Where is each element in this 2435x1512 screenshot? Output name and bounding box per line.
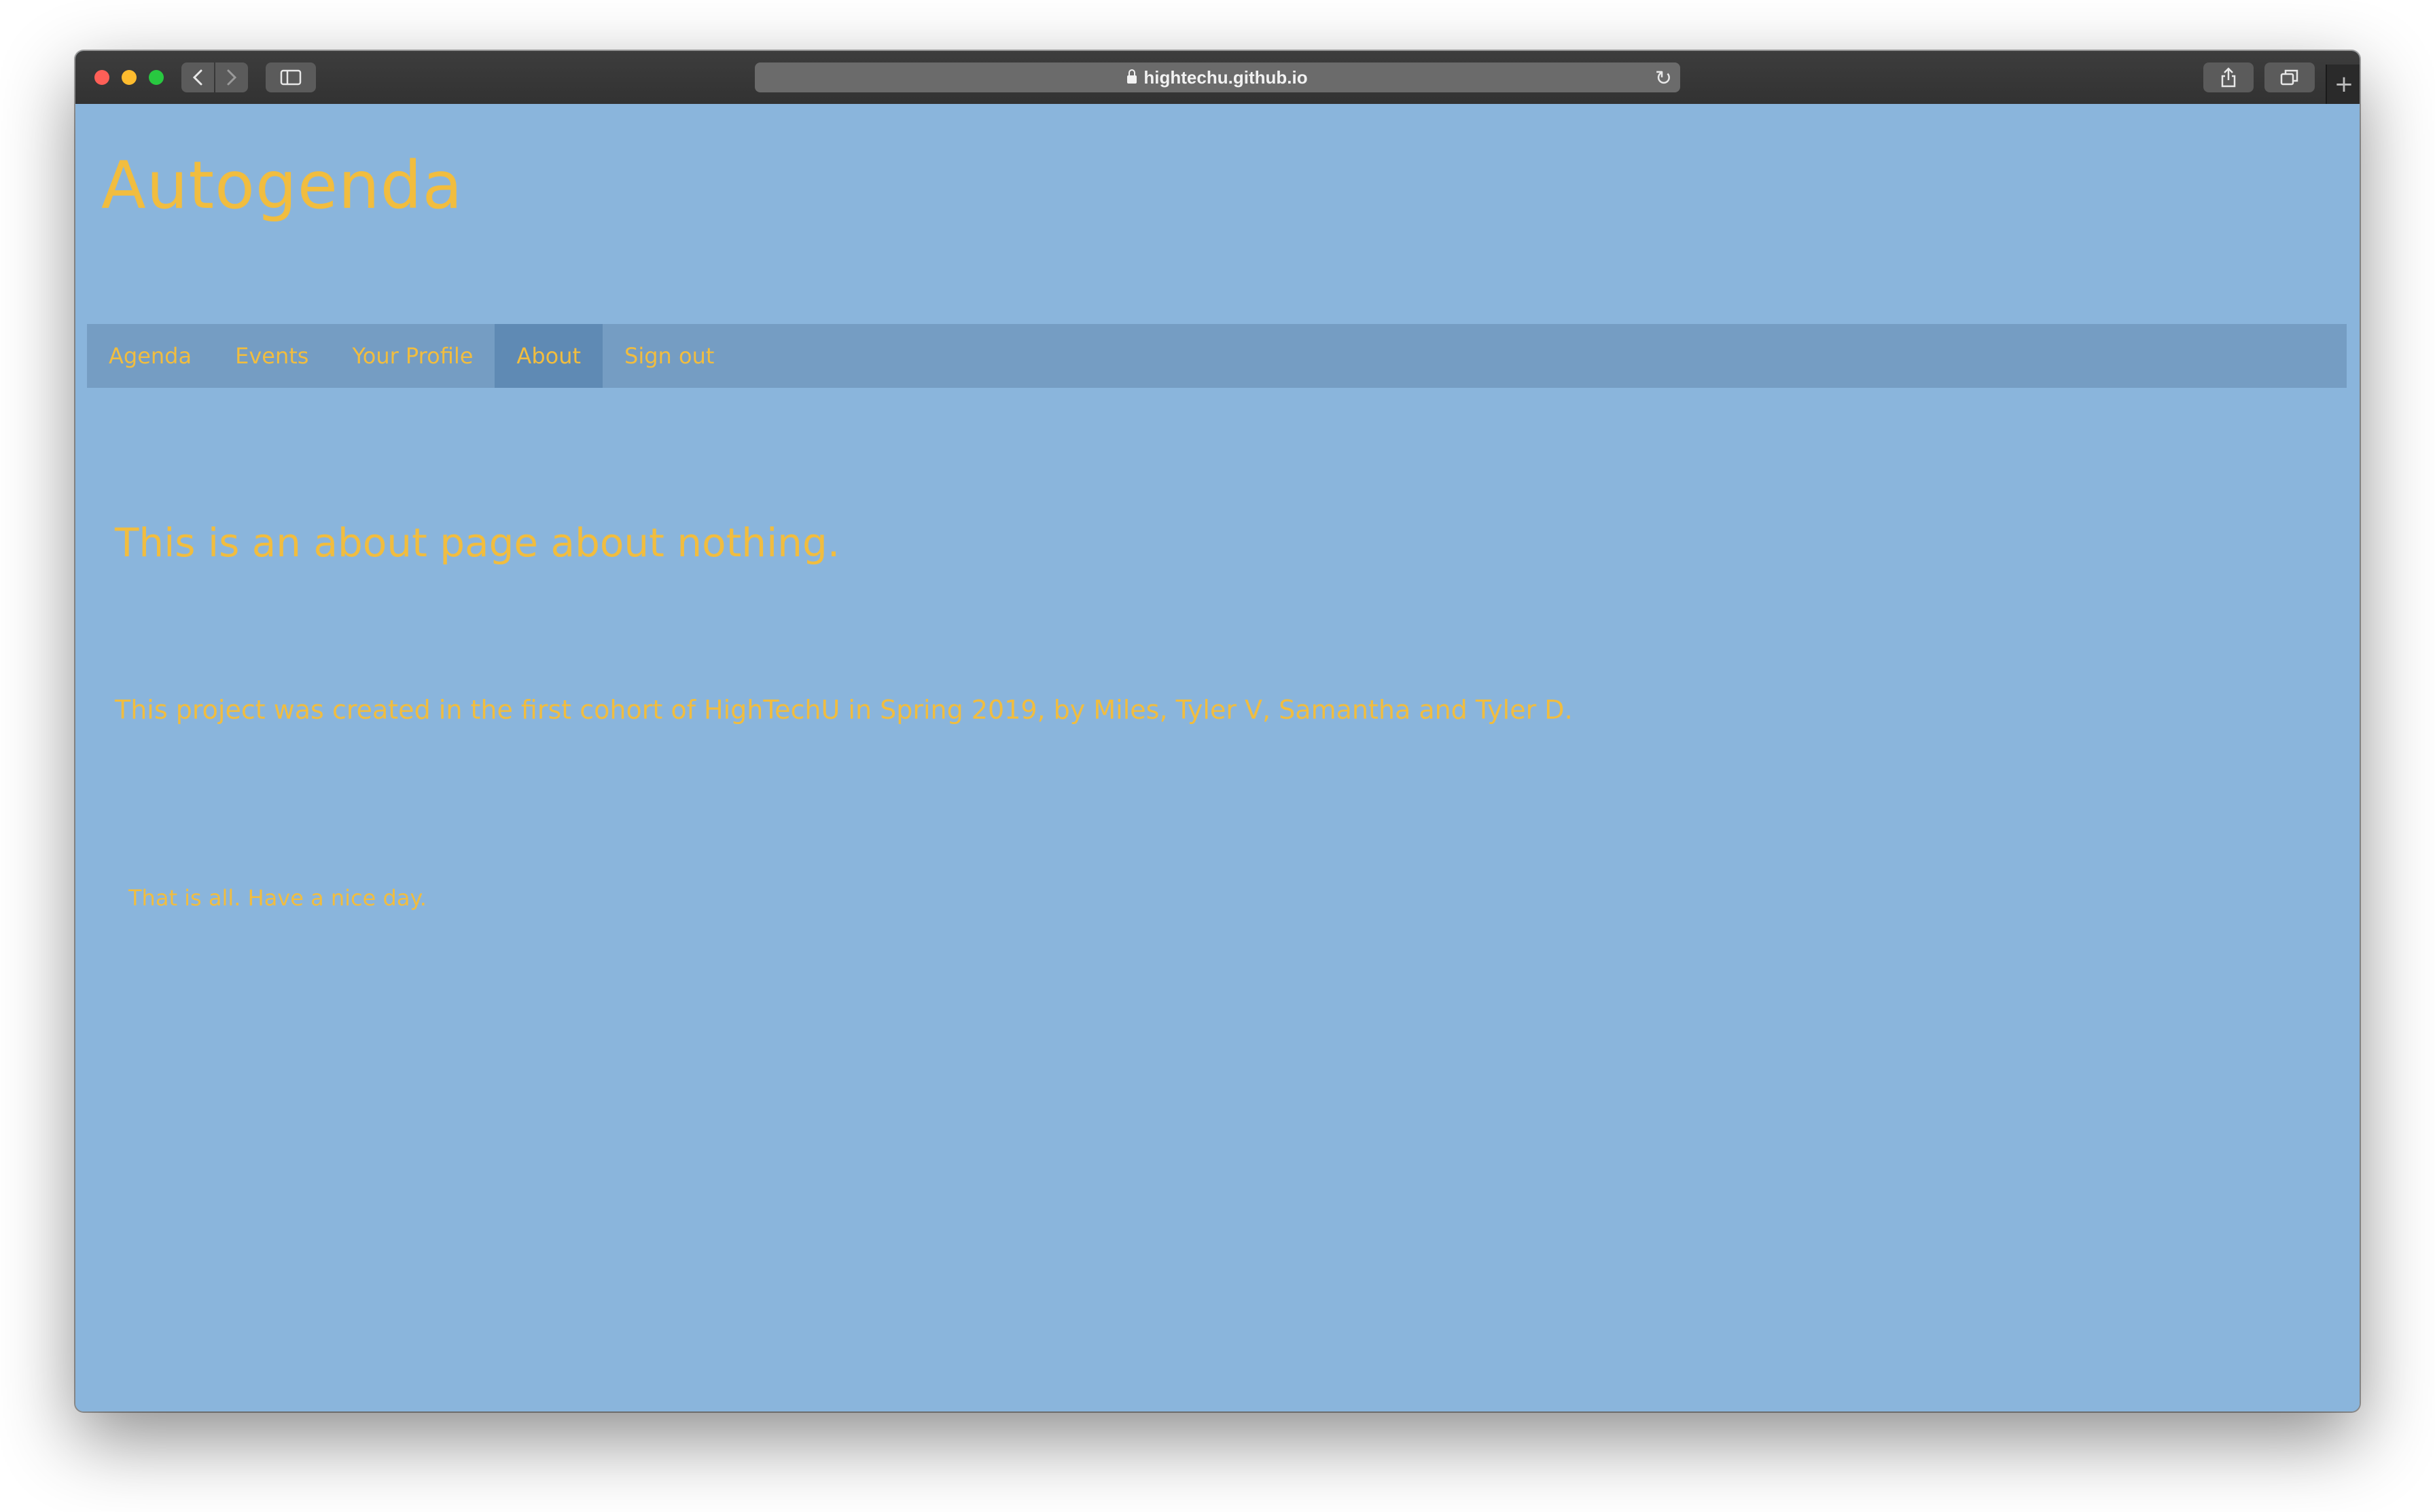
tabs-overview-icon [2280, 69, 2298, 86]
address-bar[interactable]: hightechu.github.io ↻ [755, 62, 1680, 92]
forward-button[interactable] [215, 62, 248, 92]
chevron-right-icon [227, 69, 237, 86]
nav-item-about[interactable]: About [495, 324, 603, 388]
share-button[interactable] [2203, 62, 2254, 92]
lock-icon [1127, 69, 1137, 84]
nav-item-sign-out[interactable]: Sign out [603, 324, 736, 388]
minimize-window-button[interactable] [122, 70, 137, 85]
page-content: Autogenda Agenda Events Your Profile Abo… [75, 104, 2360, 1411]
about-heading: This is an about page about nothing. [115, 520, 840, 566]
maximize-window-button[interactable] [149, 70, 164, 85]
site-title: Autogenda [101, 147, 463, 223]
browser-window: hightechu.github.io ↻ + Autogenda Agenda… [75, 51, 2360, 1411]
back-button[interactable] [181, 62, 214, 92]
new-tab-button[interactable]: + [2326, 65, 2360, 104]
share-icon [2221, 67, 2236, 88]
url-text: hightechu.github.io [1143, 67, 1308, 88]
chevron-left-icon [192, 69, 202, 86]
nav-item-agenda[interactable]: Agenda [87, 324, 213, 388]
plus-icon: + [2334, 71, 2354, 98]
nav-item-your-profile[interactable]: Your Profile [330, 324, 495, 388]
closing-text: That is all. Have a nice day. [128, 885, 427, 911]
sidebar-toggle-button[interactable] [266, 62, 316, 92]
nav-item-events[interactable]: Events [213, 324, 330, 388]
sidebar-icon [280, 69, 302, 86]
reload-icon[interactable]: ↻ [1655, 67, 1672, 90]
main-navbar: Agenda Events Your Profile About Sign ou… [87, 324, 2347, 388]
tab-overview-button[interactable] [2264, 62, 2315, 92]
about-paragraph: This project was created in the first co… [115, 695, 1573, 725]
browser-toolbar: hightechu.github.io ↻ + [75, 51, 2360, 105]
close-window-button[interactable] [94, 70, 109, 85]
